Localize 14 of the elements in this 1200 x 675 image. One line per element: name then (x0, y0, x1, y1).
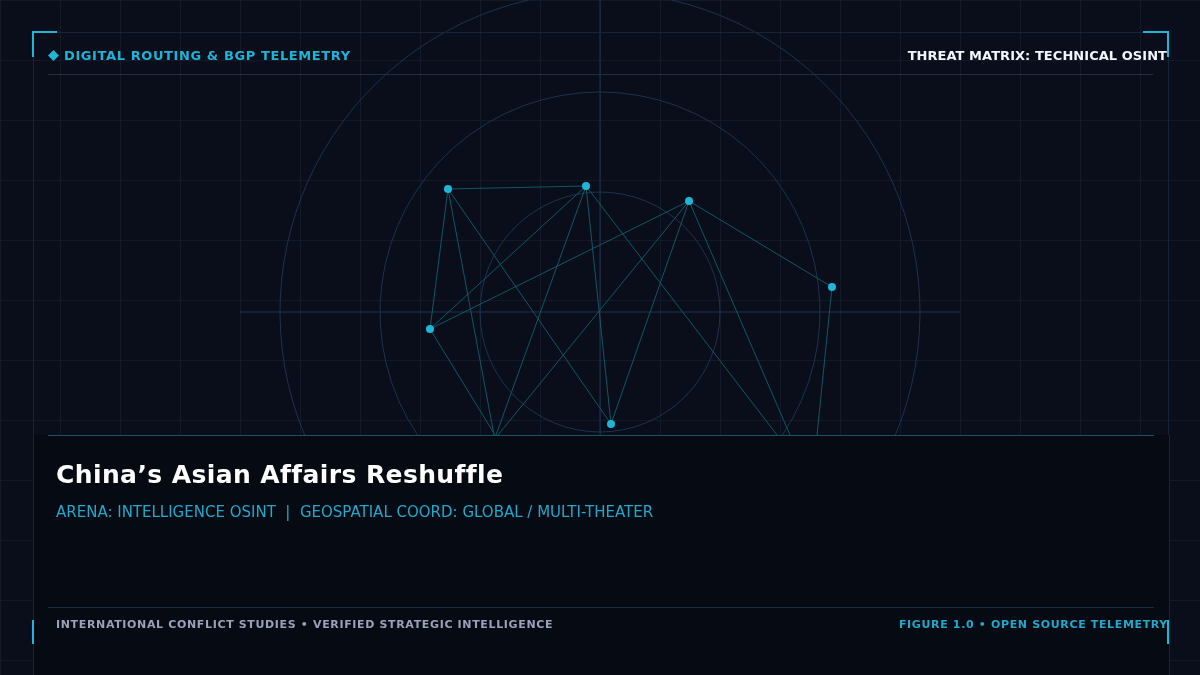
network-node-icon (607, 420, 615, 428)
network-node-icon (685, 197, 693, 205)
headline: China’s Asian Affairs Reshuffle (56, 461, 505, 489)
diamond-icon (48, 50, 59, 61)
network-node-icon (582, 182, 590, 190)
network-node-icon (444, 185, 452, 193)
subtitle: ARENA: INTELLIGENCE OSINT | GEOSPATIAL COORD: GLOBAL / MULTI-THEATER (56, 503, 655, 521)
figure-label: FIGURE 1.0 • OPEN SOURCE TELEMETRY (898, 618, 1168, 632)
section-label: DIGITAL ROUTING & BGP TELEMETRY (64, 47, 351, 64)
network-node-icon (426, 325, 434, 333)
corner-bracket-icon (32, 31, 57, 57)
network-node-icon (828, 283, 836, 291)
source-credit: INTERNATIONAL CONFLICT STUDIES • VERIFIED STRATEGIC INTELLIGENCE (56, 618, 554, 632)
classification-label: THREAT MATRIX: TECHNICAL OSINT (907, 47, 1167, 64)
